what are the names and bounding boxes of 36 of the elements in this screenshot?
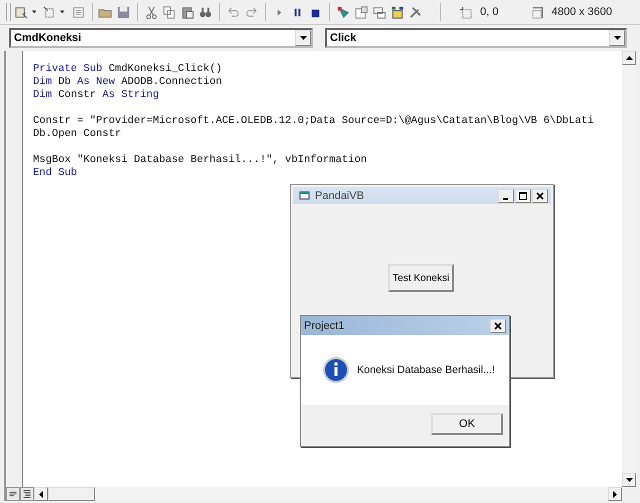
object-dropdown[interactable]: CmdKoneksi bbox=[9, 28, 313, 48]
scroll-right-icon[interactable] bbox=[613, 490, 617, 498]
vertical-scrollbar[interactable] bbox=[622, 51, 636, 487]
code-line: MsgBox "Koneksi Database Berhasil...!", vbInformation bbox=[33, 154, 367, 166]
ok-button[interactable]: OK bbox=[431, 413, 503, 435]
dialog-title: Project1 bbox=[304, 320, 346, 332]
close-icon[interactable] bbox=[532, 188, 548, 202]
close-icon[interactable] bbox=[490, 318, 506, 332]
code-line: Constr = "Provider=Microsoft.ACE.OLEDB.12.0;Data Source=D:\@Agus\Catatan\Blog\VB 6\DbLati bbox=[33, 115, 594, 127]
code-line: End Sub bbox=[33, 167, 78, 179]
caret-icon[interactable] bbox=[32, 10, 36, 14]
info-icon bbox=[322, 356, 350, 384]
position-readout: 0, 0 bbox=[480, 6, 499, 18]
code-line: Private Sub CmdKoneksi_Click() bbox=[33, 63, 222, 75]
size-readout: 4800 x 3600 bbox=[552, 6, 612, 18]
scroll-down-icon[interactable] bbox=[626, 478, 632, 482]
properties-icon[interactable] bbox=[354, 4, 370, 20]
message-text: Koneksi Database Berhasil...! bbox=[357, 364, 495, 376]
minimize-icon[interactable] bbox=[498, 188, 514, 202]
code-line: Db.Open Constr bbox=[33, 128, 122, 140]
procedure-view-icon[interactable] bbox=[6, 487, 20, 501]
copy-icon[interactable] bbox=[162, 4, 178, 20]
scroll-up-icon[interactable] bbox=[626, 56, 632, 60]
caret-icon bbox=[614, 36, 620, 40]
form-icon bbox=[299, 190, 311, 200]
caret-icon bbox=[300, 36, 306, 40]
horizontal-scrollbar[interactable] bbox=[34, 487, 622, 501]
caret-icon[interactable] bbox=[60, 10, 65, 14]
test-connection-button[interactable]: Test Koneksi bbox=[388, 264, 454, 292]
scroll-left-icon[interactable] bbox=[39, 490, 43, 498]
window-title: PandaiVB bbox=[315, 190, 365, 202]
procedure-dropdown[interactable]: Click bbox=[325, 28, 627, 48]
maximize-icon[interactable] bbox=[515, 188, 531, 202]
code-line: Dim Constr As String bbox=[33, 89, 160, 101]
full-module-view-icon[interactable] bbox=[20, 487, 34, 501]
code-line: Dim Db As New ADODB.Connection bbox=[33, 76, 222, 88]
